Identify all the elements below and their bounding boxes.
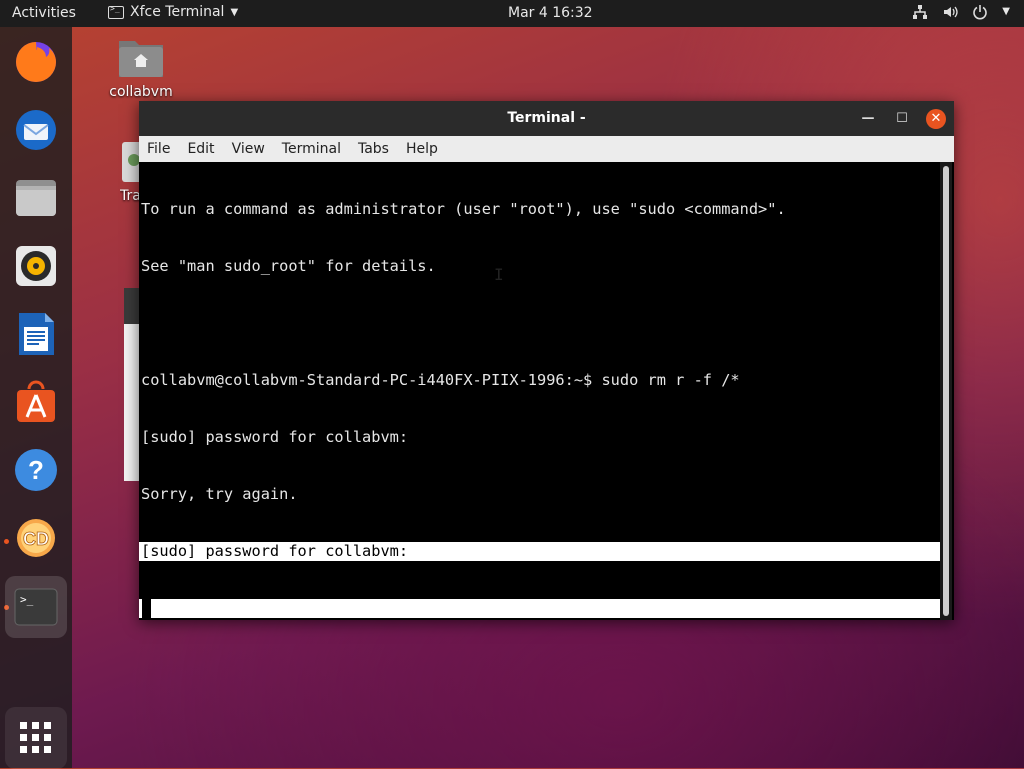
software-icon	[17, 380, 55, 422]
dock-libreoffice-writer[interactable]	[11, 309, 61, 359]
terminal-output[interactable]: To run a command as administrator (user …	[139, 162, 940, 620]
minimize-button[interactable]: —	[858, 109, 878, 129]
firefox-icon	[16, 42, 56, 82]
cd-icon: CD	[17, 519, 55, 557]
running-indicator	[4, 539, 9, 544]
power-icon	[972, 4, 988, 24]
top-bar: Activities Xfce Terminal ▼ Mar 4 16:32 ▼	[0, 0, 1024, 27]
files-icon	[16, 180, 56, 216]
dock-files[interactable]	[11, 173, 61, 223]
terminal-line: Sorry, try again.	[141, 485, 298, 503]
terminal-line: collabvm@collabvm-Standard-PC-i440FX-PII…	[141, 371, 740, 389]
terminal-line: To run a command as administrator (user …	[141, 200, 786, 218]
chevron-down-icon: ▼	[230, 6, 239, 18]
activities-button[interactable]: Activities	[12, 5, 76, 21]
dock: ? CD >_	[0, 27, 72, 769]
terminal-window[interactable]: Terminal - — ☐ ✕ File Edit View Terminal…	[139, 101, 954, 620]
menu-edit[interactable]: Edit	[179, 136, 223, 162]
clock[interactable]: Mar 4 16:32	[508, 5, 593, 21]
writer-icon	[19, 313, 54, 355]
scrollbar-thumb[interactable]	[943, 166, 949, 616]
dock-firefox[interactable]	[11, 37, 61, 87]
menu-help[interactable]: Help	[398, 136, 447, 162]
dock-thunderbird[interactable]	[11, 105, 61, 155]
dock-terminal[interactable]: >_	[5, 576, 67, 638]
network-icon	[912, 4, 928, 24]
terminal-input-line	[139, 599, 940, 618]
home-folder-icon	[119, 41, 163, 77]
svg-text:CD: CD	[23, 529, 49, 549]
terminal-menubar: File Edit View Terminal Tabs Help	[139, 136, 954, 162]
rhythmbox-icon	[16, 246, 56, 286]
menu-file[interactable]: File	[139, 136, 179, 162]
terminal-titlebar[interactable]: Terminal - — ☐ ✕	[139, 101, 954, 136]
app-menu[interactable]: Xfce Terminal ▼	[108, 4, 238, 20]
show-applications-button[interactable]	[5, 707, 67, 769]
app-menu-label: Xfce Terminal	[130, 4, 225, 20]
system-menu[interactable]: ▼	[912, 4, 1010, 24]
window-title: Terminal -	[507, 110, 586, 126]
maximize-button[interactable]: ☐	[892, 109, 912, 129]
dock-ubuntu-software[interactable]	[11, 377, 61, 427]
terminal-line-selected: [sudo] password for collabvm:	[139, 542, 940, 561]
menu-terminal[interactable]: Terminal	[274, 136, 350, 162]
text-cursor	[142, 599, 151, 618]
dock-rhythmbox[interactable]	[11, 241, 61, 291]
chevron-down-icon: ▼	[1002, 6, 1010, 17]
terminal-icon: >_	[14, 588, 58, 626]
grid-icon	[20, 722, 51, 753]
thunderbird-icon	[16, 110, 56, 150]
volume-icon	[942, 4, 958, 24]
desktop-home-folder[interactable]: collabvm	[108, 36, 174, 100]
help-icon: ?	[15, 449, 57, 491]
terminal-line: See "man sudo_root" for details.	[141, 257, 436, 275]
terminal-line: [sudo] password for collabvm:	[141, 428, 409, 446]
close-button[interactable]: ✕	[926, 109, 946, 129]
svg-text:>_: >_	[20, 593, 34, 606]
menu-view[interactable]: View	[224, 136, 274, 162]
menu-tabs[interactable]: Tabs	[350, 136, 398, 162]
dock-cd[interactable]: CD	[11, 513, 61, 563]
terminal-app-icon	[108, 4, 124, 19]
svg-text:?: ?	[28, 455, 44, 485]
dock-help[interactable]: ?	[11, 445, 61, 495]
terminal-scrollbar[interactable]	[940, 162, 952, 620]
ibeam-cursor-icon: I	[494, 265, 504, 284]
desktop-home-label: collabvm	[109, 84, 173, 100]
